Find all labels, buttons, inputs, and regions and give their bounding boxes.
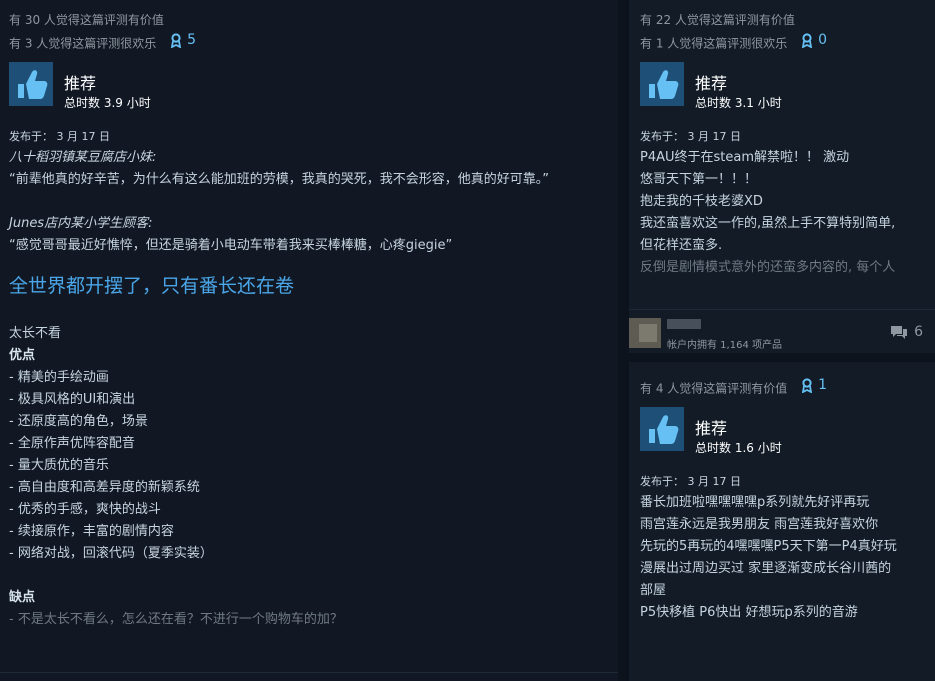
list-item: - 精美的手绘动画 <box>9 370 109 385</box>
recommend-label: 推荐 <box>695 419 728 438</box>
avatar[interactable] <box>629 318 661 348</box>
divider <box>0 672 618 673</box>
helpful-count-text: 有 4 人觉得这篇评测有价值 1 <box>640 375 827 399</box>
review-card-right-bottom: 有 4 人觉得这篇评测有价值 1 推荐 总时数 1.6 小时 发布于： 3 月 … <box>629 362 935 681</box>
list-item: - 还原度高的角色，场景 <box>9 414 148 429</box>
list-item: - 全原作声优阵容配音 <box>9 436 135 451</box>
cons-heading: 缺点 <box>9 590 36 605</box>
review-line: 但花样还蛮多. <box>640 238 723 253</box>
posted-date: 发布于： 3 月 17 日 <box>640 475 741 488</box>
list-item: - 优秀的手感，爽快的战斗 <box>9 502 161 517</box>
review-body: P4AU终于在steam解禁啦！！ 激动 悠哥天下第一！！！ 抱走我的千枝老婆X… <box>640 147 895 279</box>
award-ribbon-icon <box>802 377 813 393</box>
review-line: “前辈他真的好辛苦，为什么有这么能加班的劳模，我真的哭死，我不会形容，他真的好可… <box>9 172 549 187</box>
review-line: 雨宫莲永远是我男朋友 雨宫莲我好喜欢你 <box>640 517 879 532</box>
award-button[interactable]: 0 <box>801 30 827 50</box>
thumbs-up-icon[interactable] <box>640 62 684 106</box>
list-item: - 量大质优的音乐 <box>9 458 109 473</box>
award-count: 1 <box>818 377 828 393</box>
review-line: “感觉哥哥最近好憔悴，但还是骑着小电动车带着我来买棒棒糖，心疼giegie” <box>9 238 453 253</box>
review-line: 太长不看 <box>9 326 62 341</box>
review-body: 番长加班啦嘿嘿嘿嘿p系列就先好评再玩 雨宫莲永远是我男朋友 雨宫莲我好喜欢你 先… <box>640 492 897 624</box>
review-body: 八十稻羽镇某豆腐店小妹: “前辈他真的好辛苦，为什么有这么能加班的劳模，我真的哭… <box>9 147 549 631</box>
review-line: P4AU终于在steam解禁啦！！ 激动 <box>640 150 850 165</box>
funny-count-text: 有 1 人觉得这篇评测很欢乐 0 <box>640 30 827 54</box>
column-gap <box>618 0 629 681</box>
comments-button[interactable]: 6 <box>890 324 923 340</box>
posted-date: 发布于： 3 月 17 日 <box>9 130 110 143</box>
funny-count-text: 有 3 人觉得这篇评测很欢乐 5 <box>9 30 196 54</box>
helpful-count-text: 有 30 人觉得这篇评测有价值 <box>9 13 164 27</box>
review-line: 抱走我的千枝老婆XD <box>640 194 763 209</box>
list-item: - 极具风格的UI和演出 <box>9 392 136 407</box>
review-card-left: 有 30 人觉得这篇评测有价值 有 3 人觉得这篇评测很欢乐 5 推荐 总时数 … <box>0 0 618 681</box>
review-line: 漫展出过周边买过 家里逐渐变成长谷川茜的 <box>640 561 892 576</box>
review-line: 八十稻羽镇某豆腐店小妹: <box>9 150 157 165</box>
recommend-label: 推荐 <box>64 74 97 93</box>
list-item: - 不是太长不看么，怎么还在看？不进行一个购物车的加？ <box>9 612 343 627</box>
playtime-hours: 总时数 1.6 小时 <box>695 441 782 455</box>
review-line: Junes店内某小学生顾客: <box>9 216 153 231</box>
funny-count-label: 有 1 人觉得这篇评测很欢乐 <box>640 36 788 51</box>
helpful-count-text: 有 22 人觉得这篇评测有价值 <box>640 13 795 27</box>
review-line: 番长加班啦嘿嘿嘿嘿p系列就先好评再玩 <box>640 495 870 510</box>
comment-count: 6 <box>914 324 923 340</box>
list-item: - 高自由度和高差异度的新颖系统 <box>9 480 200 495</box>
review-line: P5快移植 P6快出 好想玩p系列的音游 <box>640 605 858 620</box>
helpful-count-label: 有 4 人觉得这篇评测有价值 <box>640 381 788 396</box>
posted-date: 发布于： 3 月 17 日 <box>640 130 741 143</box>
pros-heading: 优点 <box>9 348 36 363</box>
award-count: 5 <box>187 32 197 48</box>
card-gap <box>629 353 935 362</box>
award-button[interactable]: 5 <box>170 30 196 50</box>
list-item: - 网络对战，回滚代码（夏季实装） <box>9 546 213 561</box>
review-line: 悠哥天下第一！！！ <box>640 172 758 187</box>
text-fade-overlay <box>0 636 618 676</box>
review-author-footer: 帐户内拥有 1,164 项产品 6 <box>629 309 935 353</box>
review-line: 部屋 <box>640 583 667 598</box>
thumbs-up-icon[interactable] <box>640 407 684 451</box>
playtime-hours: 总时数 3.9 小时 <box>64 96 151 110</box>
award-button[interactable]: 1 <box>801 375 827 395</box>
award-ribbon-icon <box>802 32 813 48</box>
funny-count-label: 有 3 人觉得这篇评测很欢乐 <box>9 36 157 51</box>
author-name[interactable] <box>667 319 701 329</box>
thumbs-up-icon[interactable] <box>9 62 53 106</box>
recommend-label: 推荐 <box>695 74 728 93</box>
award-ribbon-icon <box>171 32 182 48</box>
review-heading: 全世界都开摆了，只有番长还在卷 <box>9 275 295 297</box>
review-line: 先玩的5再玩的4嘿嘿嘿P5天下第一P4真好玩 <box>640 539 897 554</box>
review-card-right-top: 有 22 人觉得这篇评测有价值 有 1 人觉得这篇评测很欢乐 0 推荐 总时数 … <box>629 0 935 353</box>
award-count: 0 <box>818 32 828 48</box>
text-fade-overlay <box>629 270 935 310</box>
comment-bubble-icon <box>891 325 908 339</box>
review-line: 我还蛮喜欢这一作的,虽然上手不算特别简单, <box>640 216 896 231</box>
playtime-hours: 总时数 3.1 小时 <box>695 96 782 110</box>
products-owned: 帐户内拥有 1,164 项产品 <box>667 340 782 351</box>
list-item: - 续接原作，丰富的剧情内容 <box>9 524 174 539</box>
